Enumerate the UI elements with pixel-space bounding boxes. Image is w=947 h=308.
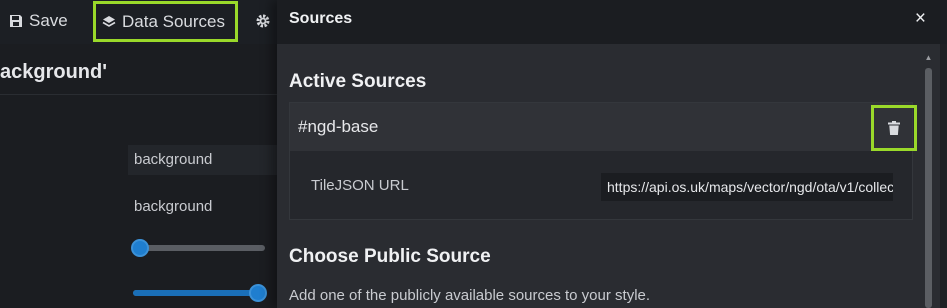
scroll-thumb[interactable] xyxy=(925,68,932,308)
active-source-card: #ngd-base TileJSON URL xyxy=(289,102,917,220)
layer-id-input[interactable]: background xyxy=(128,145,278,175)
scroll-up-arrow-icon[interactable]: ▲ xyxy=(924,54,933,62)
modal-scrollbar[interactable]: ▲ xyxy=(924,48,933,308)
trash-icon xyxy=(888,121,900,135)
save-label: Save xyxy=(29,11,68,30)
delete-source-button[interactable] xyxy=(871,105,917,151)
gear-icon xyxy=(256,14,270,28)
max-zoom-handle[interactable] xyxy=(249,284,267,302)
close-icon[interactable]: × xyxy=(915,9,926,28)
map-edge xyxy=(940,0,947,308)
app: Save Data Sources ackground' background … xyxy=(0,0,947,308)
modal-title: Sources xyxy=(289,10,353,27)
floppy-disk-icon xyxy=(10,15,22,27)
public-source-title: Choose Public Source xyxy=(289,246,491,267)
active-sources-title: Active Sources xyxy=(289,71,427,92)
data-sources-label: Data Sources xyxy=(122,11,225,31)
max-zoom-slider[interactable] xyxy=(133,284,267,302)
save-button[interactable]: Save xyxy=(9,2,68,40)
tilejson-url-input[interactable] xyxy=(601,173,893,201)
style-settings-button[interactable] xyxy=(255,2,271,40)
source-header: #ngd-base xyxy=(290,103,912,151)
layers-icon xyxy=(102,15,116,27)
sources-modal: Sources × Active Sources #ngd-base TileJ… xyxy=(277,0,940,308)
min-zoom-handle[interactable] xyxy=(131,239,149,257)
public-source-help: Add one of the publicly available source… xyxy=(289,287,651,304)
modal-header: Sources × xyxy=(277,0,940,44)
max-zoom-fill xyxy=(133,290,258,296)
data-sources-button[interactable]: Data Sources xyxy=(93,1,238,42)
layer-title: ackground' xyxy=(0,61,107,83)
tilejson-url-label: TileJSON URL xyxy=(311,177,409,194)
min-zoom-slider[interactable] xyxy=(131,239,265,257)
toolbar-edge xyxy=(940,0,947,44)
layer-type-value[interactable]: background xyxy=(134,198,212,215)
source-id: #ngd-base xyxy=(298,117,379,136)
